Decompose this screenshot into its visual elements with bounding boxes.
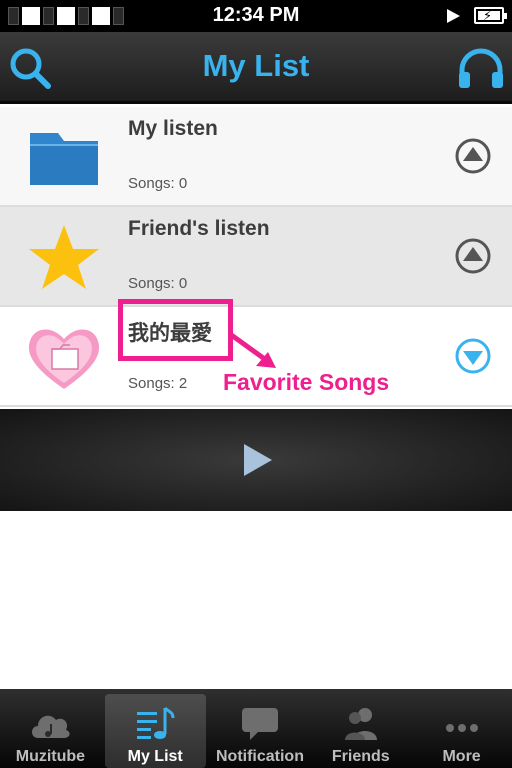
expand-down-icon[interactable] [454, 337, 492, 375]
content-empty-area [0, 511, 512, 689]
tab-more[interactable]: More [411, 689, 512, 768]
song-count: Songs: 0 [128, 275, 188, 292]
playlist-row-my-listen[interactable]: My listen Songs: 0 [0, 107, 512, 207]
playing-indicator-icon [447, 9, 460, 23]
music-list-icon [137, 706, 175, 739]
tab-label: Friends [331, 748, 390, 765]
folder-icon [30, 133, 98, 185]
headphones-icon[interactable] [456, 46, 506, 90]
tab-friends[interactable]: Friends [310, 689, 411, 768]
heart-folder-icon [28, 329, 100, 389]
playlist-title: 我的最愛 [128, 322, 212, 345]
chat-bubble-icon [241, 708, 278, 740]
tab-label: Muzitube [15, 748, 86, 765]
more-dots-icon [445, 724, 478, 732]
tab-label: My List [127, 748, 183, 765]
cloud-music-icon [32, 715, 71, 738]
star-icon [29, 225, 99, 289]
status-bar: 12:34 PM ⚡ [0, 0, 512, 32]
tab-notification[interactable]: Notification [210, 689, 311, 768]
tab-muzitube[interactable]: Muzitube [0, 689, 101, 768]
friends-icon [344, 708, 377, 740]
playlist-title: Friend's listen [128, 217, 270, 240]
play-icon[interactable] [240, 442, 276, 478]
player-bar [0, 409, 512, 511]
annotation-arrow-icon [228, 331, 276, 368]
status-time: 12:34 PM [212, 4, 300, 26]
annotation-label: Favorite Songs [223, 369, 390, 395]
tab-label: Notification [215, 748, 304, 765]
song-count: Songs: 0 [128, 175, 188, 192]
expand-up-icon[interactable] [454, 237, 492, 275]
nav-bar: My List [0, 32, 512, 104]
tab-bar: Muzitube My List Notification Friends Mo… [0, 689, 512, 768]
playlist-title: My listen [128, 117, 218, 140]
page-title: My List [202, 48, 310, 83]
playlist-row-friends-listen[interactable]: Friend's listen Songs: 0 [0, 207, 512, 307]
battery-icon: ⚡ [474, 7, 507, 24]
tab-label: More [442, 748, 481, 765]
expand-up-icon[interactable] [454, 137, 492, 175]
tab-my-list[interactable]: My List [104, 694, 206, 768]
song-count: Songs: 2 [128, 375, 188, 392]
